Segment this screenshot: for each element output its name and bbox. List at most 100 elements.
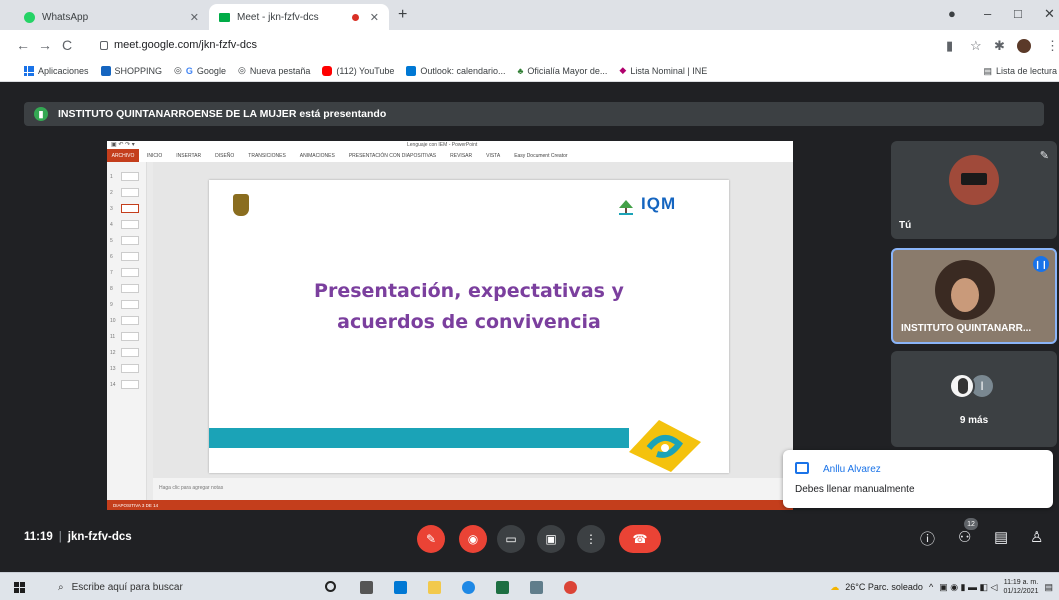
google-icon: G	[185, 65, 193, 76]
reading-list-button[interactable]: ▤ Lista de lectura	[983, 60, 1059, 82]
ribbon-tab: ANIMACIONES	[299, 152, 335, 159]
notifications-icon[interactable]: ▤	[1044, 582, 1053, 593]
star-icon[interactable]: ☆	[970, 38, 982, 54]
start-button-icon[interactable]	[14, 582, 25, 593]
file-explorer-icon[interactable]	[428, 581, 441, 594]
close-tab-icon[interactable]: ✕	[190, 11, 199, 24]
people-icon[interactable]: ⚇	[958, 528, 971, 546]
globe-icon: ◎	[237, 65, 246, 75]
clock-date: 01/12/2021	[1003, 588, 1039, 595]
slide-thumbnails-panel: 1 2 3 4 5 6 7 8 9 10 11 12 13 14	[107, 162, 147, 500]
reading-list-icon: ▤	[983, 65, 992, 76]
slide-thumbnail	[121, 332, 139, 341]
meeting-details-icon[interactable]: ⓘ	[920, 528, 935, 549]
chat-sender: Anllu Alvarez	[823, 464, 881, 475]
slide-title-line2: acuerdos de convivencia	[337, 311, 601, 333]
mic-toggle-button[interactable]: ✎	[417, 525, 445, 553]
close-window-button[interactable]: ✕	[1044, 6, 1055, 22]
chat-button-icon[interactable]: ▤	[994, 528, 1008, 546]
bookmark-outlook[interactable]: Outlook: calendario...	[406, 65, 505, 76]
extensions-icon[interactable]: ✱	[994, 38, 1005, 54]
slide-thumbnail	[121, 284, 139, 293]
camera-toggle-button[interactable]: ◉	[459, 525, 487, 553]
bookmark-shopping[interactable]: SHOPPING	[100, 65, 162, 76]
camera-icon[interactable]: ▮	[946, 38, 953, 54]
participant-name: INSTITUTO QUINTANARR...	[901, 323, 1032, 334]
participant-tile-speaker[interactable]: ❙❙ INSTITUTO QUINTANARR...	[891, 248, 1057, 344]
chat-icon	[795, 462, 809, 474]
shopping-icon	[100, 65, 111, 76]
slide-canvas: IQM Presentación, expectativas y acuerdo…	[153, 162, 793, 478]
leave-call-button[interactable]: ☎	[619, 525, 661, 553]
calculator-icon[interactable]	[530, 581, 543, 594]
participant-tile-self[interactable]: ✎ Tú	[891, 141, 1057, 239]
bookmark-youtube[interactable]: (112) YouTube	[322, 65, 394, 76]
profile-avatar[interactable]	[1017, 39, 1031, 53]
current-slide: IQM Presentación, expectativas y acuerdo…	[209, 180, 729, 473]
profile-dot-icon[interactable]: ●	[948, 6, 956, 21]
slide-thumbnail	[121, 380, 139, 389]
youtube-icon	[322, 65, 333, 76]
participant-tile-more[interactable]: I 9 más	[891, 351, 1057, 447]
taskbar-search[interactable]: ⌕ Escribe aquí para buscar	[48, 577, 304, 597]
presenting-text: INSTITUTO QUINTANARROENSE DE LA MUJER es…	[58, 108, 387, 120]
menu-icon[interactable]: ⋮	[1046, 38, 1059, 54]
clock[interactable]: 11:19 a. m. 01/12/2021	[1003, 578, 1038, 596]
government-crest-logo	[233, 194, 249, 216]
minimize-button[interactable]: –	[984, 6, 991, 21]
search-placeholder: Escribe aquí para buscar	[71, 581, 183, 593]
present-now-button[interactable]: ▣	[537, 525, 565, 553]
forward-button[interactable]: →	[34, 37, 56, 53]
excel-icon[interactable]	[496, 581, 509, 594]
new-tab-button[interactable]: +	[398, 6, 407, 24]
teal-decoration-bar	[209, 428, 629, 448]
bookmark-ine[interactable]: ◆ Lista Nominal | INE	[619, 65, 707, 76]
slide-thumbnail	[121, 316, 139, 325]
chrome-icon[interactable]	[564, 581, 577, 594]
ribbon-tab: DISEÑO	[215, 152, 235, 159]
bookmark-google[interactable]: ◎ G Google	[174, 65, 226, 76]
cortana-icon[interactable]	[325, 581, 336, 592]
tab-label: WhatsApp	[42, 11, 89, 23]
address-bar-row: ← → C meet.google.com/jkn-fzfv-dcs ▮ ☆ ✱…	[0, 30, 1059, 60]
outlook-app-icon[interactable]	[394, 581, 407, 594]
captions-button[interactable]: ▭	[497, 525, 525, 553]
ribbon-tabs: INICIO INSERTAR DISEÑO TRANSICIONES ANIM…	[107, 149, 793, 162]
bookmark-oficialia[interactable]: ♣ Oficialía Mayor de...	[517, 66, 607, 76]
back-button[interactable]: ←	[12, 37, 34, 53]
ribbon-tab: REVISAR	[450, 152, 473, 159]
shared-screen: ▣ ↶ ↷ ▾ Lenguaje con IEM - PowerPoint AR…	[107, 141, 793, 510]
present-icon: ▮	[34, 107, 48, 121]
bookmark-aplicaciones[interactable]: Aplicaciones	[24, 65, 89, 76]
avatar	[949, 373, 975, 399]
weather-text[interactable]: 26°C Parc. soleado	[845, 582, 923, 592]
tab-meet[interactable]: Meet - jkn-fzfv-dcs ✕	[209, 4, 389, 30]
tree-icon: ♣	[517, 65, 524, 76]
clock-time: 11:19 a. m.	[1003, 579, 1039, 586]
task-view-icon[interactable]	[360, 581, 373, 594]
chat-notification[interactable]: Anllu Alvarez Debes llenar manualmente	[783, 450, 1053, 508]
maximize-button[interactable]: □	[1014, 6, 1022, 21]
apps-grid-icon	[24, 65, 34, 76]
tray-icons[interactable]: ▣ ◉ ▮ ▬ ◧ ◁	[939, 582, 997, 593]
bookmark-nueva-pestana[interactable]: ◎ Nueva pestaña	[238, 65, 310, 76]
chevron-up-icon[interactable]: ^	[929, 582, 933, 592]
slide-title-line1: Presentación, expectativas y	[314, 280, 624, 302]
activities-icon[interactable]: ♙	[1030, 528, 1043, 546]
slide-thumbnail	[121, 348, 139, 357]
reload-button[interactable]: C	[56, 37, 78, 53]
globe-icon: ◎	[174, 65, 182, 75]
notes-pane: Haga clic para agregar notas	[153, 478, 793, 500]
ine-icon: ◆	[619, 65, 627, 75]
slide-thumbnail	[121, 364, 139, 373]
ribbon-tab: INSERTAR	[176, 152, 202, 159]
url-field[interactable]: meet.google.com/jkn-fzfv-dcs	[100, 34, 930, 56]
more-options-button[interactable]: ⋮	[577, 525, 605, 553]
powerpoint-status-bar: DIAPOSITIVA 3 DE 14	[107, 500, 793, 510]
tab-whatsapp[interactable]: WhatsApp ✕	[14, 4, 209, 30]
close-tab-icon[interactable]: ✕	[370, 11, 379, 24]
search-icon: ⌕	[58, 581, 64, 593]
edge-icon[interactable]	[462, 581, 475, 594]
bookmarks-bar: Aplicaciones SHOPPING ◎ G Google ◎ Nueva…	[0, 60, 1059, 82]
self-video	[949, 155, 999, 205]
